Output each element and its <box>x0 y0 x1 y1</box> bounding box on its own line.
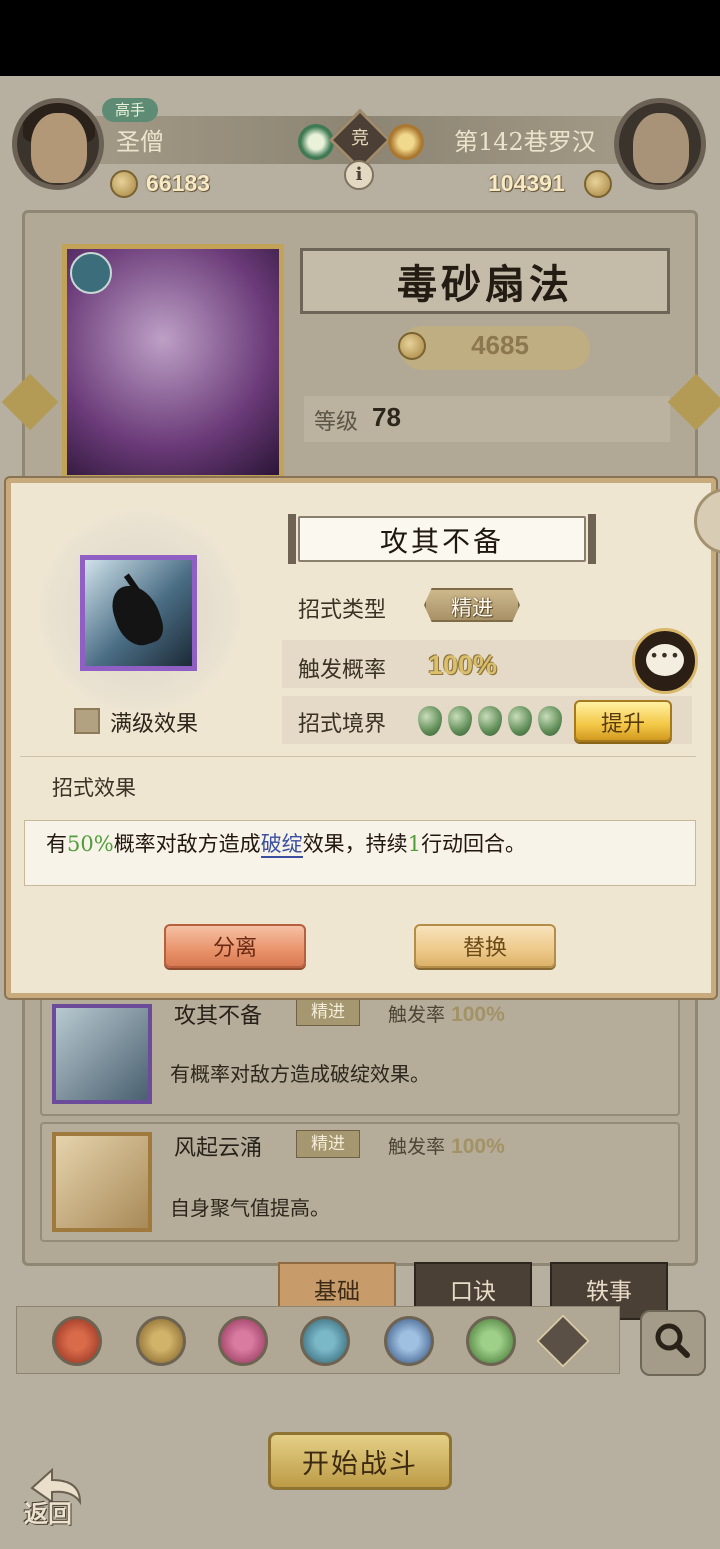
rate-label: 触发率 <box>388 1004 446 1026</box>
upgrade-label: 提升 <box>600 712 645 737</box>
effect-text: 有50%概率对敌方造成破绽效果，持续1行动回合。 <box>46 832 527 858</box>
type-badge: 精进 <box>296 1130 360 1158</box>
fan-icon <box>70 252 112 294</box>
skill-power: 4685 <box>471 330 529 360</box>
list-item-name: 风起云涌 <box>174 1136 263 1161</box>
player-avatar[interactable] <box>12 98 104 190</box>
player-rank-badge: 高手 <box>102 98 158 122</box>
sun-icon <box>388 124 424 160</box>
prop-label: 触发概率 <box>298 658 387 683</box>
start-battle-label: 开始战斗 <box>302 1449 418 1480</box>
title-bracket-right <box>588 514 596 564</box>
effect-heading: 招式效果 <box>52 776 136 800</box>
info-button[interactable]: i <box>344 160 374 190</box>
back-label[interactable]: 返回 <box>24 1494 72 1529</box>
opponent-avatar[interactable] <box>614 98 706 190</box>
skill-thumb <box>52 1132 152 1232</box>
search-icon <box>655 1323 690 1358</box>
level-label: 等级 <box>314 410 359 435</box>
replace-label: 替换 <box>462 936 507 961</box>
power-coin-icon <box>110 170 138 198</box>
versus-label: 竞 <box>351 128 369 149</box>
tab-formula-label: 口诀 <box>450 1279 496 1305</box>
tab-basic-label: 基础 <box>314 1279 360 1305</box>
status-link[interactable]: 破绽 <box>260 832 303 858</box>
sword-icon[interactable] <box>136 1316 186 1366</box>
fan-icon[interactable] <box>300 1316 350 1366</box>
skill-thumb <box>52 1004 152 1104</box>
rate-value: 100% <box>451 1135 505 1158</box>
level-value: 78 <box>372 402 401 432</box>
opponent-power: 104391 <box>488 170 565 196</box>
element-icon <box>298 124 334 160</box>
blade-icon[interactable] <box>52 1316 102 1366</box>
type-value: 精进 <box>451 596 493 620</box>
prop-label: 招式类型 <box>298 598 387 623</box>
skill-icon <box>80 555 197 671</box>
separate-label: 分离 <box>212 936 257 961</box>
list-item-name: 攻其不备 <box>174 1004 263 1029</box>
player-power: 66183 <box>146 170 210 196</box>
rate-value: 100% <box>451 1003 505 1026</box>
prop-label: 招式境界 <box>298 712 387 737</box>
list-item-desc: 自身聚气值提高。 <box>170 1196 330 1220</box>
title-bracket-left <box>288 514 296 564</box>
opponent-name: 第142巷罗汉 <box>454 128 596 156</box>
taiji-icon[interactable] <box>384 1316 434 1366</box>
trigger-rate: 100% <box>428 650 498 680</box>
tab-anecdote-label: 轶事 <box>586 1279 632 1305</box>
power-coin-icon <box>398 332 426 360</box>
status-bar <box>0 0 720 76</box>
divider <box>20 756 696 757</box>
level-row <box>304 396 670 442</box>
type-badge: 精进 <box>296 998 360 1026</box>
palm-icon[interactable] <box>218 1316 268 1366</box>
chat-dots: ••• <box>649 646 681 665</box>
hand-icon[interactable] <box>466 1316 516 1366</box>
list-item-desc: 有概率对敌方造成破绽效果。 <box>170 1062 430 1086</box>
power-coin-icon <box>584 170 612 198</box>
rate-label: 触发率 <box>388 1136 446 1158</box>
player-name: 圣僧 <box>116 128 164 156</box>
skill-title: 毒砂扇法 <box>397 261 573 308</box>
skill-name: 攻其不备 <box>379 525 504 558</box>
max-effect-checkbox[interactable] <box>74 708 100 734</box>
max-effect-label: 满级效果 <box>110 712 199 737</box>
